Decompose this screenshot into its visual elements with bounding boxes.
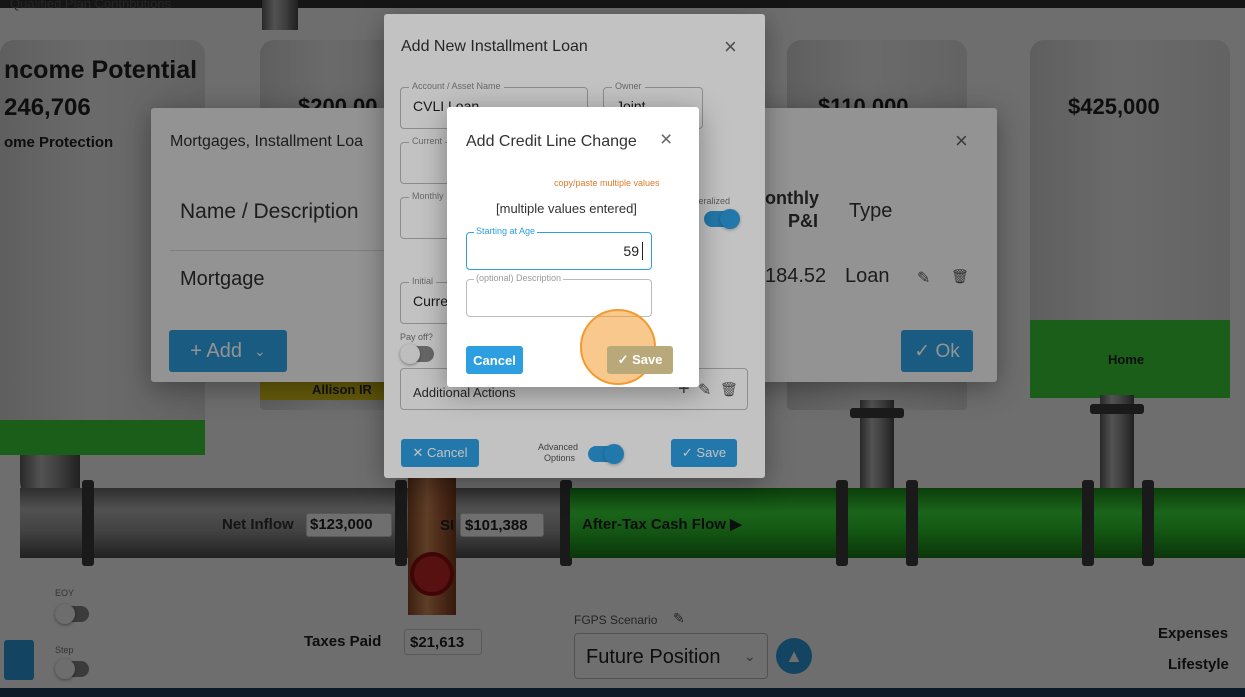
app-stage: Qualified Plan Contributions ncome Poten… [0, 0, 1245, 697]
copy-paste-link[interactable]: copy/paste multiple values [554, 178, 660, 188]
credit-cancel-label: Cancel [473, 352, 516, 368]
credit-save-button[interactable]: ✓ Save [607, 346, 673, 374]
description-label: (optional) Description [474, 273, 564, 283]
credit-cancel-button[interactable]: Cancel [466, 346, 523, 374]
credit-line-dialog: Add Credit Line Change × copy/paste mult… [447, 107, 699, 387]
starting-age-field[interactable]: Starting at Age 59 [466, 226, 652, 270]
credit-save-label: ✓ Save [617, 352, 663, 367]
credit-dialog-title: Add Credit Line Change [466, 133, 637, 150]
text-caret [642, 242, 643, 260]
starting-age-value: 59 [623, 243, 639, 259]
starting-age-label: Starting at Age [474, 226, 538, 236]
multiple-values-text: [multiple values entered] [496, 201, 637, 216]
credit-close-icon[interactable]: × [660, 129, 672, 150]
